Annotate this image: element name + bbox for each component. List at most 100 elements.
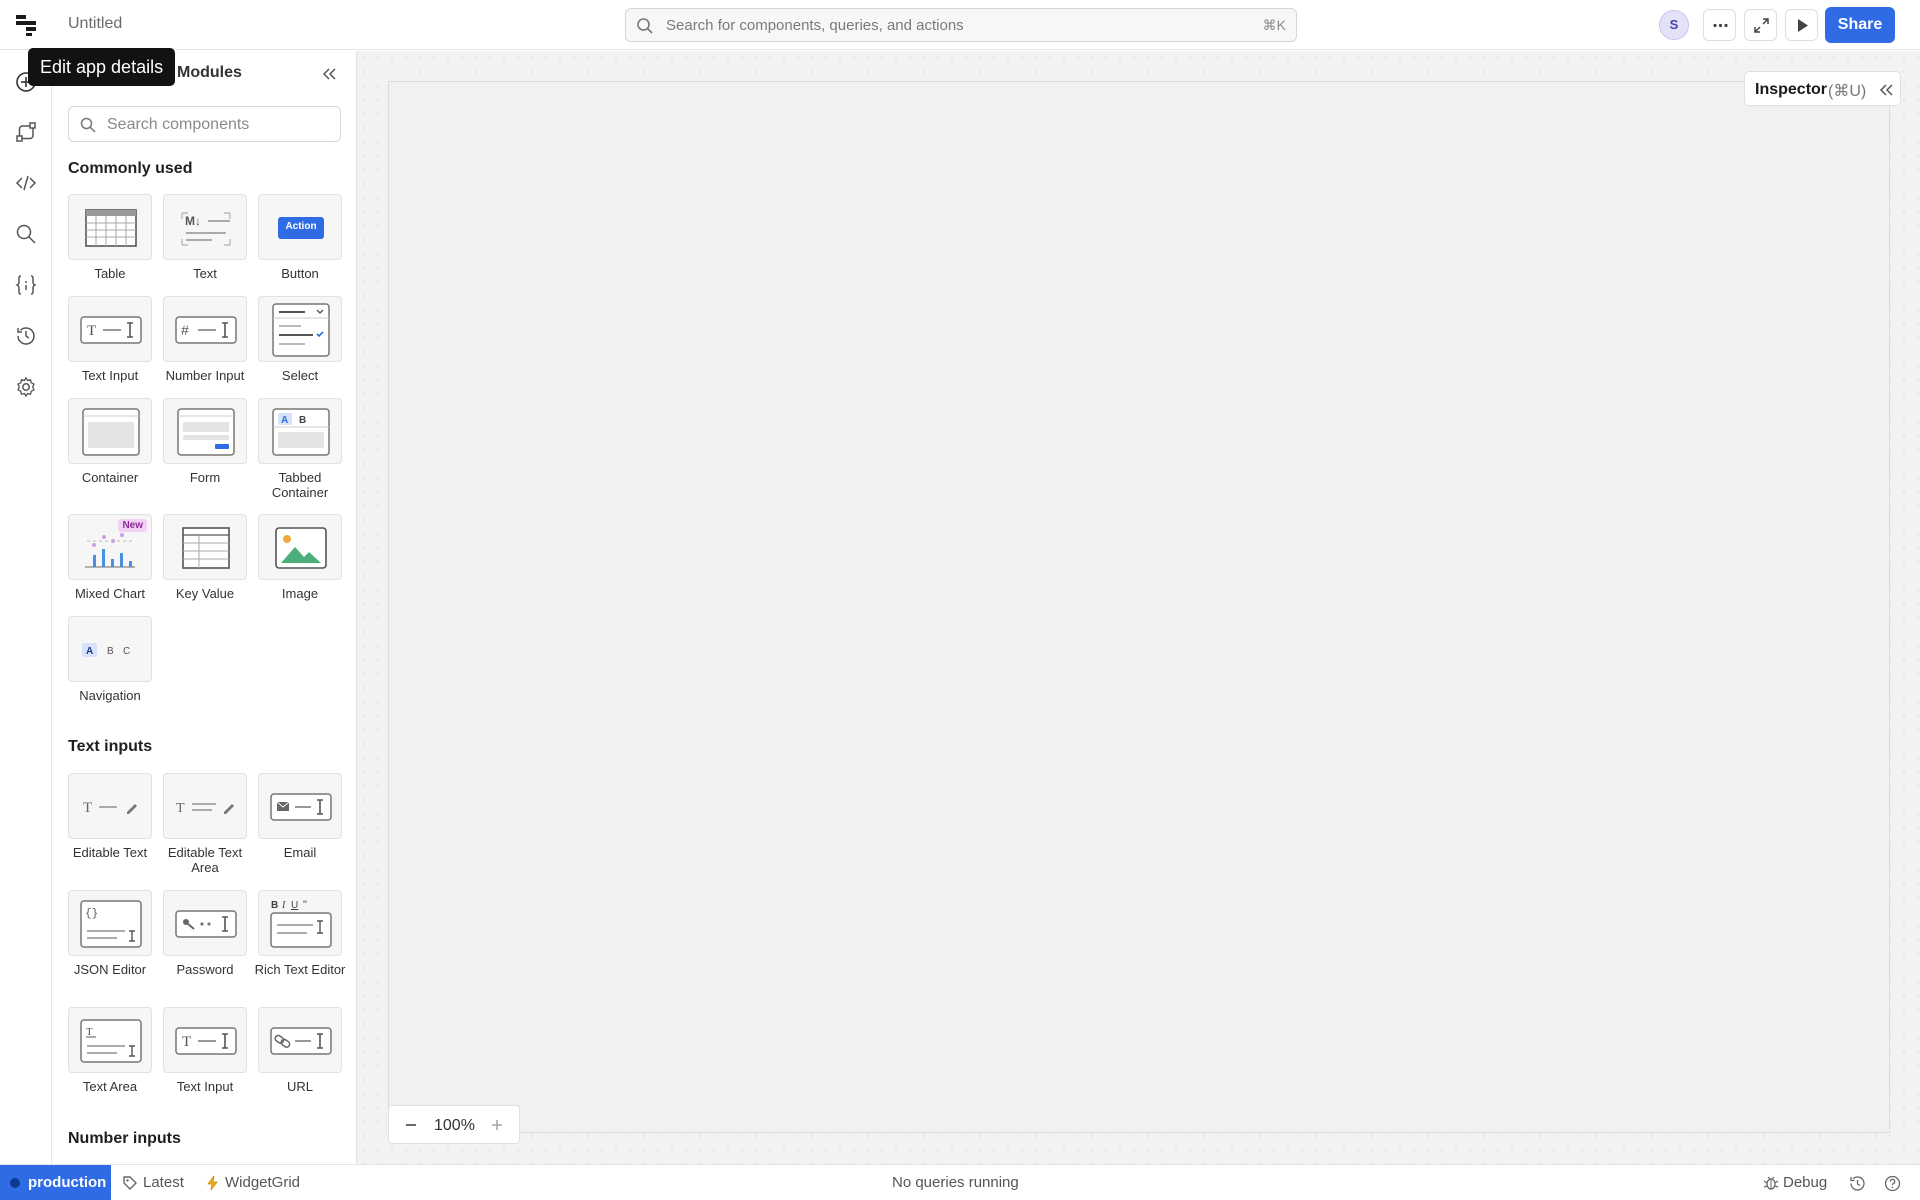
avatar[interactable]: S <box>1659 10 1689 40</box>
inspector-shortcut: (⌘U) <box>1828 83 1867 100</box>
app-title[interactable]: Untitled <box>68 15 122 33</box>
component-tile-form[interactable] <box>163 398 247 464</box>
component-tile-table[interactable] <box>68 194 152 260</box>
collapse-panel-icon[interactable] <box>321 66 337 82</box>
component-label: Table <box>94 266 126 281</box>
code-icon <box>15 175 37 191</box>
component-tile-number-input[interactable]: # <box>163 296 247 362</box>
release-version[interactable]: Latest <box>143 1174 184 1191</box>
section-title-number-inputs: Number inputs <box>68 1130 181 1147</box>
expand-button[interactable] <box>1744 9 1777 41</box>
component-tile-password[interactable] <box>163 890 247 956</box>
svg-text:T: T <box>87 323 96 339</box>
section-title-text-inputs: Text inputs <box>68 738 153 755</box>
component-label: Rich Text Editor <box>254 962 346 977</box>
component-label: Editable Text Area <box>167 845 243 875</box>
inspector-toggle[interactable]: Inspector (⌘U) <box>1744 71 1901 106</box>
svg-text:B: B <box>299 415 306 426</box>
button-preview-label: Action <box>285 221 317 232</box>
component-tile-button[interactable]: Action <box>258 194 342 260</box>
component-label: JSON Editor <box>73 962 147 977</box>
zoom-in-icon[interactable] <box>487 1115 507 1135</box>
component-tile-select[interactable] <box>258 296 342 362</box>
component-tile-editable-text[interactable]: T <box>68 773 152 839</box>
top-bar: Untitled Search for components, queries,… <box>0 0 1920 50</box>
rail-history[interactable] <box>12 322 40 350</box>
component-tile-mixed-chart[interactable]: New <box>68 514 152 580</box>
component-label: Editable Text <box>72 845 148 860</box>
search-icon <box>80 117 96 133</box>
component-search[interactable] <box>68 106 341 142</box>
editable-text-area-icon: T <box>176 801 234 816</box>
component-tile-email[interactable] <box>258 773 342 839</box>
component-label: Select <box>281 368 319 383</box>
image-icon <box>275 527 327 569</box>
key-value-icon <box>182 527 230 569</box>
component-label: Form <box>189 470 221 485</box>
play-icon <box>1798 19 1808 32</box>
component-tile-text[interactable]: M↓ <box>163 194 247 260</box>
component-label: Number Input <box>165 368 245 383</box>
tag-icon <box>123 1176 137 1190</box>
svg-text:{}: {} <box>85 908 98 920</box>
app-canvas[interactable] <box>388 81 1890 1133</box>
component-tile-tabbed-container[interactable]: AB <box>258 398 342 464</box>
email-icon <box>270 793 332 821</box>
rail-search[interactable] <box>12 220 40 248</box>
rail-workflows[interactable] <box>12 118 40 146</box>
debug-button[interactable]: Debug <box>1783 1174 1827 1191</box>
text-input-icon: T <box>80 316 142 344</box>
component-tile-text-area[interactable]: T <box>68 1007 152 1073</box>
section-title-commonly-used: Commonly used <box>68 160 193 177</box>
component-tile-image[interactable] <box>258 514 342 580</box>
component-search-input[interactable] <box>107 114 332 136</box>
rail-state[interactable] <box>12 271 40 299</box>
component-tile-text-input-2[interactable]: T <box>163 1007 247 1073</box>
search-icon <box>16 224 36 244</box>
table-icon <box>85 209 137 247</box>
svg-text:U: U <box>291 900 298 911</box>
form-icon <box>177 408 235 456</box>
component-tile-rich-text-editor[interactable]: B I U " <box>258 890 342 956</box>
component-tile-container[interactable] <box>68 398 152 464</box>
component-label: Key Value <box>175 586 235 601</box>
password-icon <box>175 910 237 938</box>
select-icon <box>272 303 330 357</box>
collapse-left-icon <box>1879 84 1893 96</box>
environment-selector[interactable]: production <box>0 1165 111 1200</box>
component-tile-navigation[interactable]: A BC <box>68 616 152 682</box>
rail-code[interactable] <box>12 169 40 197</box>
settings-icon <box>17 376 35 398</box>
svg-text:T: T <box>182 1034 191 1050</box>
expand-icon <box>1754 18 1769 33</box>
preview-button[interactable] <box>1785 9 1818 41</box>
ellipsis-icon <box>1713 23 1728 28</box>
component-label: URL <box>286 1079 313 1094</box>
global-search-shortcut: ⌘K <box>1262 17 1286 33</box>
svg-text:T: T <box>176 801 185 816</box>
global-search[interactable]: Search for components, queries, and acti… <box>625 8 1297 42</box>
component-tile-url[interactable] <box>258 1007 342 1073</box>
queries-status: No queries running <box>892 1174 1019 1191</box>
url-icon <box>270 1027 332 1055</box>
history-icon[interactable] <box>1849 1175 1866 1192</box>
retool-logo-icon[interactable] <box>14 13 40 37</box>
help-icon[interactable] <box>1884 1175 1901 1192</box>
lightning-icon <box>207 1175 218 1191</box>
share-button[interactable]: Share <box>1825 7 1895 43</box>
component-tile-text-input[interactable]: T <box>68 296 152 362</box>
more-button[interactable] <box>1703 9 1736 41</box>
zoom-control: 100% <box>388 1105 520 1144</box>
widget-grid-label[interactable]: WidgetGrid <box>225 1174 300 1191</box>
zoom-out-icon[interactable] <box>401 1115 421 1135</box>
rail-settings[interactable] <box>12 373 40 401</box>
component-label: Text Input <box>81 368 139 383</box>
component-tile-key-value[interactable] <box>163 514 247 580</box>
component-label: Tabbed Container <box>271 470 329 500</box>
canvas-area <box>357 51 1920 1164</box>
svg-text:M↓: M↓ <box>185 214 201 228</box>
component-tile-editable-text-area[interactable]: T <box>163 773 247 839</box>
tab-modules[interactable]: Modules <box>177 64 242 82</box>
component-tile-json-editor[interactable]: {} <box>68 890 152 956</box>
component-label: Container <box>81 470 139 485</box>
